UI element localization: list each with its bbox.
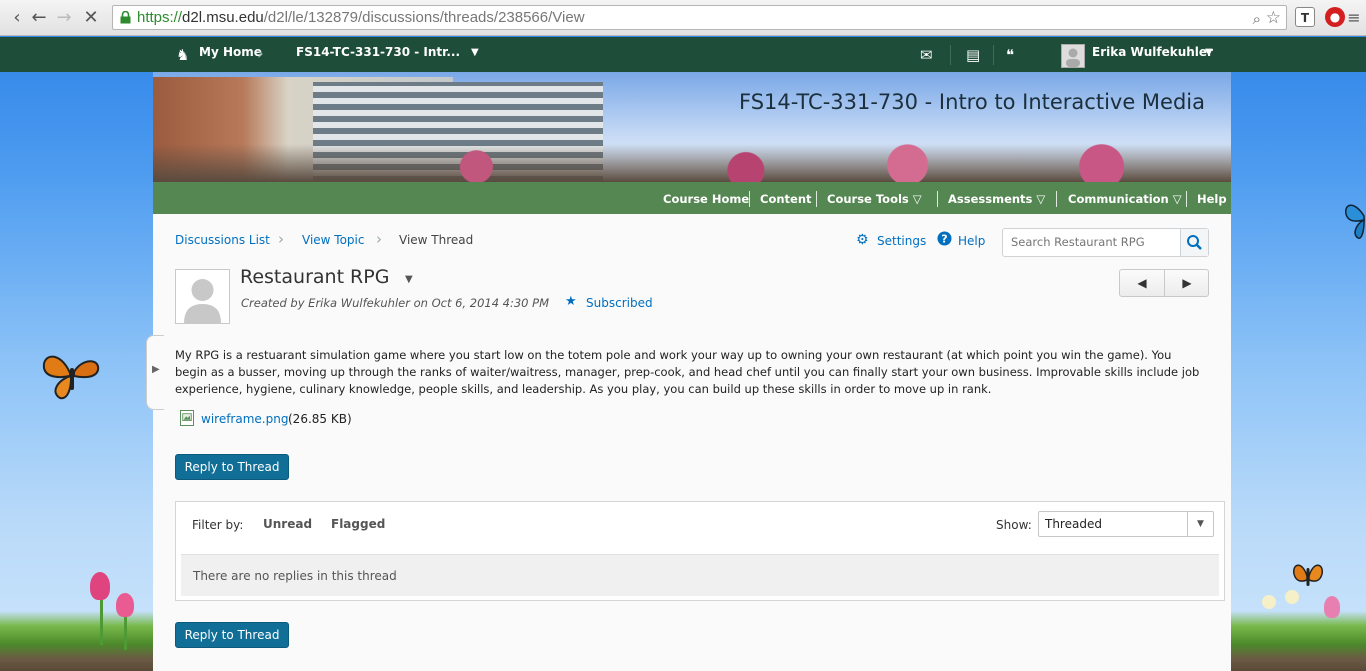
tulip-flower-icon — [116, 593, 134, 617]
breadcrumb-chevron-icon: › — [278, 230, 284, 248]
tulip-flower-icon — [1324, 596, 1340, 618]
course-dropdown-icon[interactable]: ▼ — [471, 47, 479, 58]
course-banner: FS14-TC-331-730 - Intro to Interactive M… — [153, 72, 1231, 182]
gear-icon[interactable]: ⚙ — [856, 232, 869, 248]
nav-divider — [749, 191, 750, 207]
replies-panel: Filter by: Unread Flagged Show: Threaded… — [175, 501, 1225, 601]
settings-link[interactable]: Settings — [877, 234, 926, 248]
user-avatar-small[interactable] — [1061, 44, 1085, 68]
spartan-logo-icon: ♞ — [176, 46, 190, 64]
empty-replies-text: There are no replies in this thread — [193, 569, 397, 583]
secure-lock-icon — [120, 11, 131, 24]
chevron-down-icon: ▽ — [1036, 192, 1046, 206]
back-arrow-left-icon[interactable]: ‹ — [6, 7, 28, 29]
chevron-right-icon: › — [257, 44, 264, 64]
breadcrumb-view-topic[interactable]: View Topic — [302, 233, 364, 247]
bookmark-star-icon[interactable]: ☆ — [1266, 8, 1281, 28]
search-input[interactable] — [1011, 235, 1171, 249]
butterfly-icon — [1293, 564, 1323, 586]
side-panel-toggle[interactable]: ▶ — [146, 335, 164, 410]
star-icon: ★ — [565, 294, 577, 309]
course-navbar: Course Home Content Course Tools ▽ Asses… — [153, 182, 1231, 214]
browser-toolbar: ‹ ← → ✕ https://d2l.msu.edu/d2l/le/13287… — [0, 0, 1366, 36]
nav-divider — [1056, 191, 1057, 207]
user-silhouette-icon — [1066, 48, 1080, 67]
next-thread-icon[interactable]: ▶ — [1165, 270, 1209, 296]
butterfly-icon — [1345, 204, 1365, 239]
butterfly-icon — [42, 355, 100, 400]
tulip-flower-icon — [90, 572, 110, 600]
thread-pager: ◀ ▶ — [1119, 269, 1209, 297]
show-view-value: Threaded — [1045, 517, 1102, 531]
expand-arrow-icon: ▶ — [152, 364, 160, 375]
adblock-extension-icon[interactable]: ● — [1325, 7, 1345, 27]
thread-actions-chevron-down-icon[interactable]: ▼ — [405, 274, 413, 285]
show-view-select[interactable]: Threaded ▼ — [1038, 511, 1214, 537]
reply-to-thread-button-bottom[interactable]: Reply to Thread — [175, 622, 289, 648]
flowering-trees-image — [153, 144, 1231, 182]
filter-by-label: Filter by: — [192, 518, 244, 532]
update-alerts-icon[interactable]: ▤ — [966, 46, 980, 64]
previous-thread-icon[interactable]: ◀ — [1120, 270, 1164, 296]
user-dropdown-icon[interactable]: ▼ — [1205, 47, 1213, 58]
main-content: Discussions List › View Topic › View Thr… — [153, 214, 1231, 671]
course-title: FS14-TC-331-730 - Intro to Interactive M… — [739, 90, 1205, 114]
nav-divider — [937, 191, 938, 207]
grass-left-decoration — [0, 611, 153, 671]
subscription-alerts-icon[interactable]: ❝ — [1006, 46, 1014, 64]
thread-byline: Created by Erika Wulfekuhler on Oct 6, 2… — [241, 296, 550, 310]
nav-course-home[interactable]: Course Home — [663, 192, 749, 206]
my-home-link[interactable]: My Home — [199, 45, 262, 59]
search-button[interactable] — [1180, 229, 1208, 256]
forward-button-icon[interactable]: → — [53, 7, 75, 29]
back-button-icon[interactable]: ← — [28, 7, 50, 29]
address-bar[interactable]: https://d2l.msu.edu/d2l/le/132879/discus… — [112, 5, 1287, 30]
breadcrumb-view-thread: View Thread — [399, 233, 474, 247]
image-file-icon — [180, 410, 194, 426]
chevron-down-icon: ▽ — [912, 192, 922, 206]
thread-title: Restaurant RPG — [240, 266, 390, 288]
url-text: https://d2l.msu.edu/d2l/le/132879/discus… — [137, 9, 585, 26]
chevron-down-icon: ▼ — [1187, 512, 1213, 536]
chevron-down-icon: ▽ — [1172, 192, 1182, 206]
nav-assessments[interactable]: Assessments ▽ — [948, 192, 1045, 206]
nav-course-tools[interactable]: Course Tools ▽ — [827, 192, 922, 206]
message-alerts-icon[interactable]: ✉ — [920, 46, 933, 64]
zoom-icon[interactable]: ⌕ — [1253, 10, 1261, 28]
help-icon[interactable]: ? — [937, 231, 952, 250]
thread-body: My RPG is a restuarant simulation game w… — [175, 348, 1200, 396]
minibar-divider — [950, 45, 951, 65]
author-avatar — [175, 269, 230, 324]
daisy-flower-icon — [1262, 595, 1276, 609]
user-placeholder-icon — [184, 279, 221, 323]
breadcrumb-discussions-list[interactable]: Discussions List — [175, 233, 270, 247]
nav-communication[interactable]: Communication ▽ — [1068, 192, 1182, 206]
grass-right-decoration — [1231, 611, 1366, 671]
nav-help[interactable]: Help — [1197, 192, 1227, 206]
svg-text:?: ? — [941, 233, 947, 246]
flower-stem — [100, 595, 103, 645]
reply-to-thread-button[interactable]: Reply to Thread — [175, 454, 289, 480]
nav-content[interactable]: Content — [760, 192, 812, 206]
nav-divider — [1186, 191, 1187, 207]
extension-t-icon[interactable]: T — [1295, 7, 1315, 27]
show-label: Show: — [996, 518, 1032, 532]
course-selector[interactable]: FS14-TC-331-730 - Intr... — [296, 45, 460, 59]
breadcrumb-chevron-icon: › — [376, 230, 382, 248]
filter-unread-link[interactable]: Unread — [263, 517, 312, 531]
stop-loading-icon[interactable]: ✕ — [80, 7, 102, 29]
chrome-menu-icon[interactable]: ≡ — [1343, 7, 1365, 29]
minibar-divider — [993, 45, 994, 65]
search-box — [1002, 228, 1209, 257]
empty-replies-message: There are no replies in this thread — [181, 554, 1219, 596]
attachment-size: (26.85 KB) — [288, 412, 352, 426]
d2l-minibar: ♞ My Home › FS14-TC-331-730 - Intr... ▼ … — [0, 37, 1366, 72]
filter-flagged-link[interactable]: Flagged — [331, 517, 385, 531]
search-icon — [1187, 235, 1202, 250]
nav-divider — [816, 191, 817, 207]
user-menu-name[interactable]: Erika Wulfekuhler — [1092, 45, 1213, 59]
subscribed-link[interactable]: Subscribed — [586, 296, 653, 310]
help-link[interactable]: Help — [958, 234, 985, 248]
attachment-link[interactable]: wireframe.png — [201, 412, 288, 426]
